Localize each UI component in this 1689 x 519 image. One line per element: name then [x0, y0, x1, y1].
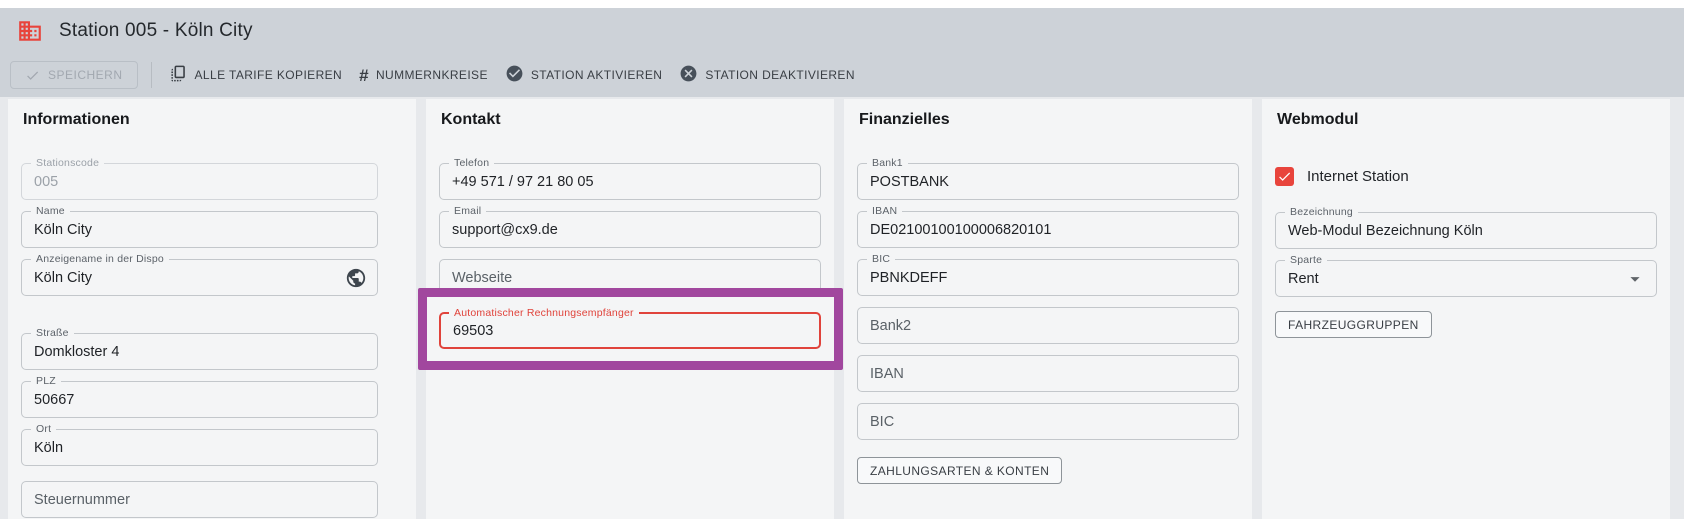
name-input[interactable]: [22, 212, 377, 247]
section-finanzielles: Finanzielles Bank1 IBAN BIC ZAHL: [844, 99, 1252, 519]
section-informationen: Informationen Stationscode Name Anzeigen…: [8, 99, 416, 519]
rechnungsempfaenger-input[interactable]: [441, 314, 819, 347]
scrollbar-track[interactable]: [1684, 0, 1689, 519]
iban2-input[interactable]: [858, 356, 1238, 391]
section-heading-informationen: Informationen: [23, 110, 403, 129]
field-sparte: Sparte: [1275, 260, 1657, 297]
section-kontakt: Kontakt Telefon Email Automatischer Rech…: [426, 99, 834, 519]
field-anzeigename: Anzeigename in der Dispo: [21, 259, 378, 296]
check-circle-icon: [505, 64, 524, 86]
steuernummer-input[interactable]: [22, 482, 377, 517]
title-row: Station 005 - Köln City: [0, 8, 1684, 54]
field-stationscode: Stationscode: [21, 163, 378, 200]
bezeichnung-input[interactable]: [1276, 213, 1656, 248]
number-ranges-label: NUMMERNKREISE: [376, 68, 488, 82]
field-bic1: BIC: [857, 259, 1239, 296]
copy-all-tariffs-button[interactable]: ALLE TARIFE KOPIEREN: [165, 61, 347, 89]
plz-input[interactable]: [22, 382, 377, 417]
section-heading-finanzielles: Finanzielles: [859, 110, 1239, 129]
field-iban2: [857, 355, 1239, 392]
deactivate-station-button[interactable]: STATION DEAKTIVIEREN: [675, 61, 859, 89]
webseite-input[interactable]: [440, 260, 820, 295]
field-webseite: [439, 259, 821, 296]
copy-all-icon: [169, 64, 188, 86]
section-heading-webmodul: Webmodul: [1277, 110, 1657, 129]
hash-icon: #: [359, 67, 369, 84]
activate-station-label: STATION AKTIVIEREN: [531, 68, 662, 82]
anzeigename-input[interactable]: [22, 260, 377, 295]
field-bank2: [857, 307, 1239, 344]
telefon-input[interactable]: [440, 164, 820, 199]
internet-station-row: Internet Station: [1275, 167, 1657, 186]
field-name: Name: [21, 211, 378, 248]
toolbar-divider: [151, 62, 152, 88]
email-input[interactable]: [440, 212, 820, 247]
checkbox-checked-icon: [1277, 169, 1292, 184]
iban1-input[interactable]: [858, 212, 1238, 247]
copy-all-tariffs-label: ALLE TARIFE KOPIEREN: [195, 68, 343, 82]
ort-input[interactable]: [22, 430, 377, 465]
number-ranges-button[interactable]: # NUMMERNKREISE: [355, 61, 492, 89]
activate-station-button[interactable]: STATION AKTIVIEREN: [501, 61, 666, 89]
bic2-input[interactable]: [858, 404, 1238, 439]
field-iban1: IBAN: [857, 211, 1239, 248]
section-webmodul: Webmodul Internet Station Bezeichnung Sp…: [1262, 99, 1670, 519]
deactivate-station-label: STATION DEAKTIVIEREN: [705, 68, 855, 82]
fahrzeuggruppen-button[interactable]: FAHRZEUGGRUPPEN: [1275, 311, 1432, 338]
building-icon: [17, 18, 43, 44]
content-area: Informationen Stationscode Name Anzeigen…: [0, 97, 1684, 519]
save-button-label: SPEICHERN: [48, 68, 123, 82]
zahlungsarten-konten-button[interactable]: ZAHLUNGSARTEN & KONTEN: [857, 457, 1062, 484]
field-strasse: Straße: [21, 333, 378, 370]
save-button[interactable]: SPEICHERN: [10, 61, 138, 89]
sparte-select[interactable]: [1276, 261, 1656, 296]
bank2-input[interactable]: [858, 308, 1238, 343]
field-bank1: Bank1: [857, 163, 1239, 200]
stationscode-input[interactable]: [22, 164, 377, 199]
internet-station-label: Internet Station: [1307, 168, 1409, 185]
cancel-circle-icon: [679, 64, 698, 86]
highlighted-field-wrapper: Automatischer Rechnungsempfänger: [439, 312, 821, 349]
bank1-input[interactable]: [858, 164, 1238, 199]
header: Station 005 - Köln City SPEICHERN ALLE T…: [0, 8, 1684, 97]
field-bezeichnung: Bezeichnung: [1275, 212, 1657, 249]
field-bic2: [857, 403, 1239, 440]
strasse-input[interactable]: [22, 334, 377, 369]
field-telefon: Telefon: [439, 163, 821, 200]
field-plz: PLZ: [21, 381, 378, 418]
field-steuernummer: [21, 481, 378, 518]
check-icon: [25, 68, 40, 83]
station-detail-page: Station 005 - Köln City SPEICHERN ALLE T…: [0, 0, 1689, 519]
internet-station-checkbox[interactable]: [1275, 167, 1294, 186]
bic1-input[interactable]: [858, 260, 1238, 295]
section-heading-kontakt: Kontakt: [441, 110, 821, 129]
toolbar: SPEICHERN ALLE TARIFE KOPIEREN # NUMMERN…: [0, 54, 1684, 96]
page-title: Station 005 - Köln City: [59, 20, 253, 42]
chevron-down-icon[interactable]: [1624, 268, 1646, 290]
globe-icon[interactable]: [345, 267, 367, 289]
field-ort: Ort: [21, 429, 378, 466]
field-rechnungsempfaenger: Automatischer Rechnungsempfänger: [439, 312, 821, 349]
field-email: Email: [439, 211, 821, 248]
